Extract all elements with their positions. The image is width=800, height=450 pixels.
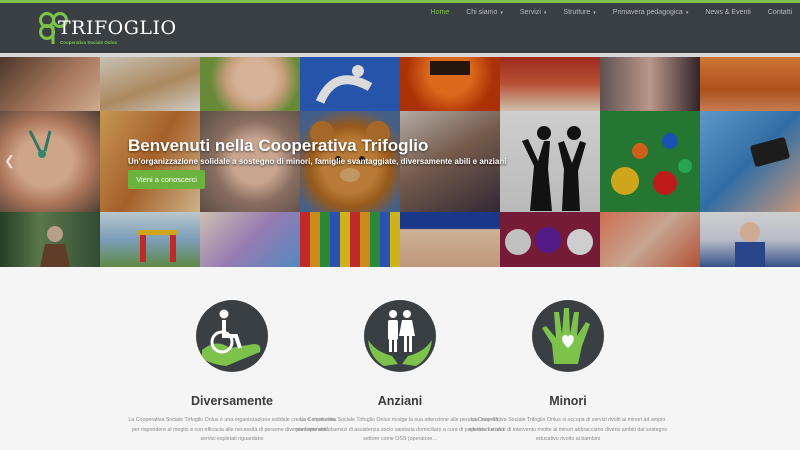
feature-title: Minori bbox=[549, 394, 587, 408]
nav-item-servizi[interactable]: Servizi ▾ bbox=[520, 9, 547, 16]
nav-item-strutture[interactable]: Strutture ▾ bbox=[563, 9, 595, 16]
chevron-down-icon: ▾ bbox=[543, 9, 547, 16]
wheelchair-hand-icon bbox=[196, 300, 268, 372]
nav-item-label: Contatti bbox=[767, 9, 792, 16]
chevron-left-icon[interactable]: ❮ bbox=[4, 153, 15, 169]
nav-item-contatti[interactable]: Contatti bbox=[768, 9, 792, 16]
nav-item-label: Chi siamo bbox=[466, 9, 498, 16]
main-navigation: Home Chi siamo ▾ Servizi ▾ Strutture ▾ Primaver… bbox=[414, 9, 792, 16]
chevron-down-icon: ▾ bbox=[685, 9, 689, 16]
nav-item-label: News & Eventi bbox=[705, 9, 751, 16]
trifoglio-logo[interactable]: TRIFOGLIO Cooperativa Sociale Onlus bbox=[38, 9, 176, 47]
hero-title: Benvenuti nella Cooperativa Trifoglio bbox=[128, 136, 429, 155]
site-header: TRIFOGLIO Cooperativa Sociale Onlus Home… bbox=[0, 3, 800, 53]
nav-item-label: Primavera pedagogica bbox=[612, 9, 683, 16]
logo-tagline: Cooperativa Sociale Onlus bbox=[60, 40, 118, 45]
nav-item-chi-siamo[interactable]: Chi siamo ▾ bbox=[466, 9, 503, 16]
nav-item-label: Home bbox=[430, 9, 450, 16]
nav-item-home[interactable]: Home bbox=[431, 9, 450, 16]
elderly-couple-hands-icon bbox=[364, 300, 436, 372]
feature-description: La Cooperativa Sociale Trifoglio Onlus s… bbox=[468, 417, 668, 442]
nav-item-label: Servizi bbox=[519, 9, 541, 16]
hero-slider[interactable]: ❮ Benvenuti nella Cooperativa Trifoglio … bbox=[0, 57, 800, 267]
nav-item-news-eventi[interactable]: News & Eventi bbox=[705, 9, 751, 16]
chevron-down-icon: ▾ bbox=[500, 9, 503, 16]
heart-hand-icon bbox=[532, 300, 604, 372]
hero-subtitle: Un'organizzazione solidale a sostegno di… bbox=[128, 157, 507, 166]
nav-item-primavera-pedagogica[interactable]: Primavera pedagogica ▾ bbox=[613, 9, 689, 16]
nav-item-label: Strutture bbox=[563, 9, 591, 16]
chevron-down-icon: ▾ bbox=[593, 9, 596, 16]
discover-us-button[interactable]: Vieni a conoscerci bbox=[128, 170, 205, 189]
logo-wordmark: TRIFOGLIO bbox=[58, 17, 177, 39]
